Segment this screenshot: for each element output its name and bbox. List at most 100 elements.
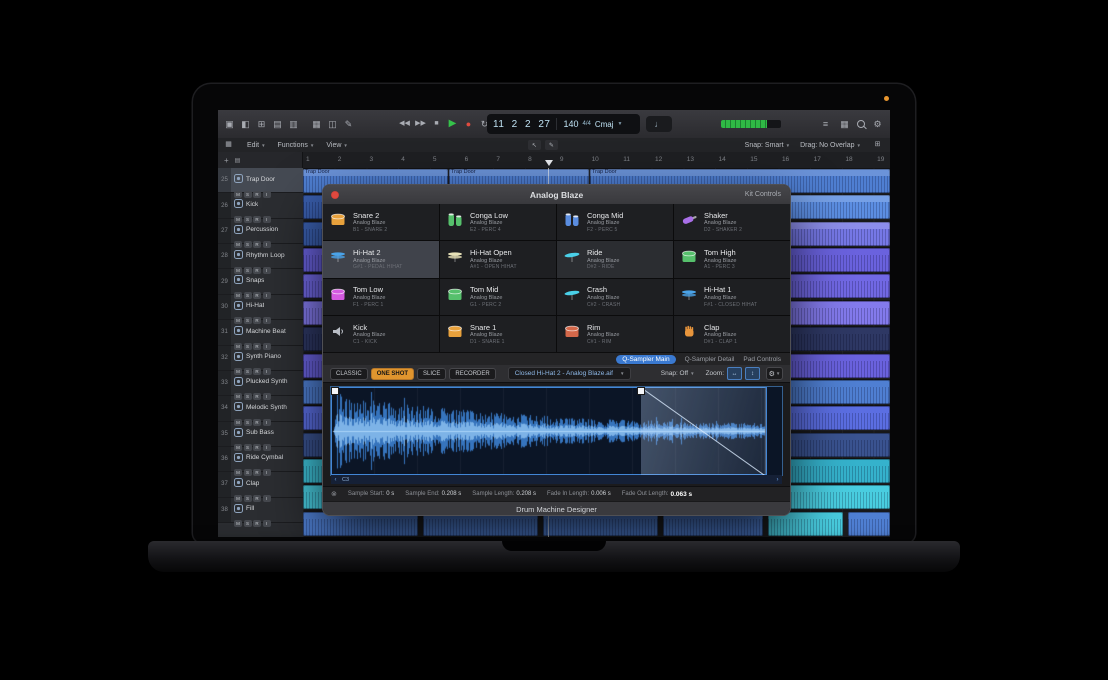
zoom-horizontal-icon[interactable]: ↔ <box>727 367 742 380</box>
sampler-settings-gear-icon[interactable]: ⚙ ▼ <box>766 367 783 380</box>
lcd-time-signature[interactable]: 4/4 <box>583 121 591 127</box>
ruler-bar-number[interactable]: 13 <box>687 156 694 163</box>
ruler-bar-number[interactable]: 5 <box>433 156 437 163</box>
bar-ruler[interactable]: + ▤ 12345678910111213141516171819 <box>218 152 890 169</box>
ruler-bar-number[interactable]: 1 <box>306 156 310 163</box>
lcd-key[interactable]: Cmaj <box>595 120 614 129</box>
drum-pad-snare-2[interactable]: Snare 2Analog BlazeB1 - SNARE 2 <box>323 204 439 240</box>
track-header[interactable]: 32Synth PianoMSRI <box>218 346 303 371</box>
rewind-icon[interactable]: ◀◀ <box>398 110 411 138</box>
drum-machine-designer-window[interactable]: Analog Blaze Kit Controls Snare 2Analog … <box>323 185 790 515</box>
forward-icon[interactable]: ▶▶ <box>414 110 427 138</box>
track-header[interactable]: 29SnapsMSRI <box>218 269 303 294</box>
track-header[interactable]: 27PercussionMSRI <box>218 219 303 244</box>
stop-icon[interactable]: ■ <box>430 110 443 138</box>
search-icon[interactable] <box>857 120 865 128</box>
scroll-right-icon[interactable]: › <box>773 477 782 483</box>
ruler-bar-number[interactable]: 12 <box>655 156 662 163</box>
ruler-bar-number[interactable]: 8 <box>528 156 532 163</box>
track-header[interactable]: 28Rhythm LoopMSRI <box>218 244 303 269</box>
fade-in-handle[interactable] <box>332 388 338 394</box>
ruler-bar-number[interactable]: 6 <box>465 156 469 163</box>
drag-menu[interactable]: Drag: No Overlap▼ <box>800 142 861 149</box>
lcd-caret-icon[interactable]: ▼ <box>618 121 623 127</box>
region[interactable] <box>543 512 658 536</box>
region[interactable] <box>848 512 890 536</box>
track-header[interactable]: 36Ride CymbalMSRI <box>218 447 303 472</box>
lcd-tempo[interactable]: 140 <box>563 119 578 129</box>
loops-icon[interactable]: ◫ <box>326 110 339 138</box>
track-button-s[interactable]: S <box>244 520 252 527</box>
track-header[interactable]: 34Melodic SynthMSRI <box>218 396 303 421</box>
ruler-bar-number[interactable]: 9 <box>560 156 564 163</box>
ruler-bar-number[interactable]: 15 <box>750 156 757 163</box>
grid-toggle-icon[interactable]: ⊞ <box>871 138 884 152</box>
lcd-display[interactable]: 11 2 2 27 140 4/4 Cmaj ▼ <box>487 114 640 134</box>
snap-select[interactable]: Snap: Off▼ <box>661 370 695 377</box>
drum-pad-tom-low[interactable]: Tom LowAnalog BlazeF1 - PERC 1 <box>323 279 439 315</box>
track-header[interactable]: 26KickMSRI <box>218 193 303 218</box>
plugin-titlebar[interactable]: Analog Blaze Kit Controls <box>323 185 790 205</box>
track-button-m[interactable]: M <box>234 520 242 527</box>
playhead-marker[interactable] <box>545 160 553 166</box>
mode-slice[interactable]: SLICE <box>417 368 446 380</box>
region[interactable] <box>423 512 538 536</box>
drum-pad-conga-low[interactable]: Conga LowAnalog BlazeE2 - PERC 4 <box>440 204 556 240</box>
close-button[interactable] <box>331 191 339 199</box>
region-menu-icon[interactable]: ▦ <box>222 138 235 152</box>
drum-pad-tom-high[interactable]: Tom HighAnalog BlazeA1 - PERC 3 <box>674 241 790 277</box>
ruler-bar-number[interactable]: 18 <box>845 156 852 163</box>
ruler-bar-number[interactable]: 7 <box>496 156 500 163</box>
sample-file-select[interactable]: Closed Hi-Hat 2 - Analog Blaze.aif▼ <box>508 367 632 380</box>
ruler-bar-number[interactable]: 11 <box>623 156 630 163</box>
ruler-bar-numbers[interactable]: 12345678910111213141516171819 <box>303 152 890 168</box>
ruler-bar-number[interactable]: 10 <box>592 156 599 163</box>
quick-help-icon[interactable]: ⊞ <box>255 110 268 138</box>
mode-classic[interactable]: CLASSIC <box>330 368 368 380</box>
drum-pad-kick[interactable]: KickAnalog BlazeC1 - KICK <box>323 316 439 352</box>
smart-controls-icon[interactable]: ▤ <box>271 110 284 138</box>
ruler-bar-number[interactable]: 3 <box>369 156 373 163</box>
track-header[interactable]: 31Machine BeatMSRI <box>218 320 303 345</box>
drum-pad-hi-hat-1[interactable]: Hi-Hat 1Analog BlazeF#1 - CLOSED HIHAT <box>674 279 790 315</box>
menu-edit[interactable]: Edit▼ <box>247 142 266 149</box>
track-header[interactable]: 38FillMSRI <box>218 498 303 523</box>
kit-controls-link[interactable]: Kit Controls <box>745 185 781 204</box>
ruler-bar-number[interactable]: 16 <box>782 156 789 163</box>
track-header[interactable]: 30Hi-HatMSRI <box>218 295 303 320</box>
add-track-icon[interactable]: + <box>224 156 229 165</box>
mode-one-shot[interactable]: ONE SHOT <box>371 368 414 380</box>
tab-pad-controls[interactable]: Pad Controls <box>743 356 781 363</box>
midi-input-icon[interactable]: ⊗ <box>331 490 337 498</box>
settings-gear-icon[interactable]: ⚙ <box>871 110 884 138</box>
command-click-tool[interactable]: ✎ <box>545 140 558 150</box>
zoom-vertical-icon[interactable]: ↕ <box>745 367 760 380</box>
drum-pad-shaker[interactable]: ShakerAnalog BlazeD2 - SHAKER 2 <box>674 204 790 240</box>
editors-icon[interactable]: ▦ <box>310 110 323 138</box>
track-button-r[interactable]: R <box>253 520 261 527</box>
mixer-icon[interactable]: ▥ <box>287 110 300 138</box>
ruler-bar-number[interactable]: 19 <box>877 156 884 163</box>
drum-pad-clap[interactable]: ClapAnalog BlazeD#1 - CLAP 1 <box>674 316 790 352</box>
scroll-left-icon[interactable]: ‹ <box>331 477 340 483</box>
track-header[interactable]: 25Trap DoorMSRI <box>218 168 303 193</box>
drum-pad-rim[interactable]: RimAnalog BlazeC#1 - RIM <box>557 316 673 352</box>
drum-pad-tom-mid[interactable]: Tom MidAnalog BlazeG1 - PERC 2 <box>440 279 556 315</box>
mode-recorder[interactable]: RECORDER <box>449 368 495 380</box>
tab-q-sampler-main[interactable]: Q-Sampler Main <box>616 355 675 364</box>
metronome-pill[interactable]: ♩ <box>646 116 672 132</box>
track-zoom-icon[interactable]: ▤ <box>235 157 241 164</box>
region[interactable] <box>303 512 418 536</box>
list-editors-icon[interactable]: ≡ <box>819 110 832 138</box>
track-button-i[interactable]: I <box>263 520 271 527</box>
track-header[interactable]: 37ClapMSRI <box>218 472 303 497</box>
note-pads-icon[interactable]: ▦ <box>838 110 851 138</box>
region[interactable] <box>768 512 843 536</box>
library-icon[interactable]: ▣ <box>223 110 236 138</box>
track-header[interactable]: 35Sub BassMSRI <box>218 422 303 447</box>
drum-pad-conga-mid[interactable]: Conga MidAnalog BlazeF2 - PERC 5 <box>557 204 673 240</box>
pencil-icon[interactable]: ✎ <box>342 110 355 138</box>
drum-pad-hi-hat-open[interactable]: Hi-Hat OpenAnalog BlazeA#1 - OPEN HIHAT <box>440 241 556 277</box>
waveform-display[interactable] <box>331 387 782 475</box>
play-button[interactable]: ▶ <box>446 110 459 138</box>
